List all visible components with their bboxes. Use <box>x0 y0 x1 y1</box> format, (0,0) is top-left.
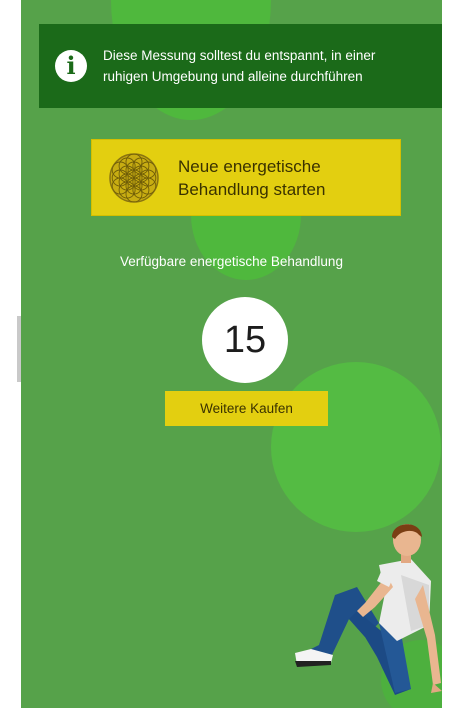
app-frame: i Diese Messung solltest du entspannt, i… <box>0 0 451 708</box>
available-treatments-count: 15 <box>202 297 288 383</box>
buy-more-button[interactable]: Weitere Kaufen <box>165 391 328 426</box>
flower-of-life-icon <box>109 152 159 203</box>
start-treatment-button[interactable]: Neue energetische Behandlung starten <box>91 139 401 216</box>
available-treatments-caption: Verfügbare energetische Behandlung <box>120 254 343 269</box>
decor-circle <box>271 362 441 532</box>
sitting-person-illustration <box>295 524 442 695</box>
start-treatment-label-line: Behandlung starten <box>178 179 326 199</box>
info-icon: i <box>55 50 87 82</box>
start-treatment-label: Neue energetische Behandlung starten <box>178 155 325 201</box>
info-message: Diese Messung solltest du entspannt, in … <box>103 45 375 87</box>
info-message-line: ruhigen Umgebung und alleine durchführen <box>103 69 363 84</box>
info-message-line: Diese Messung solltest du entspannt, in … <box>103 48 376 63</box>
app-screen: i Diese Messung solltest du entspannt, i… <box>21 0 442 708</box>
info-banner: i Diese Messung solltest du entspannt, i… <box>39 24 442 108</box>
start-treatment-label-line: Neue energetische <box>178 156 321 176</box>
